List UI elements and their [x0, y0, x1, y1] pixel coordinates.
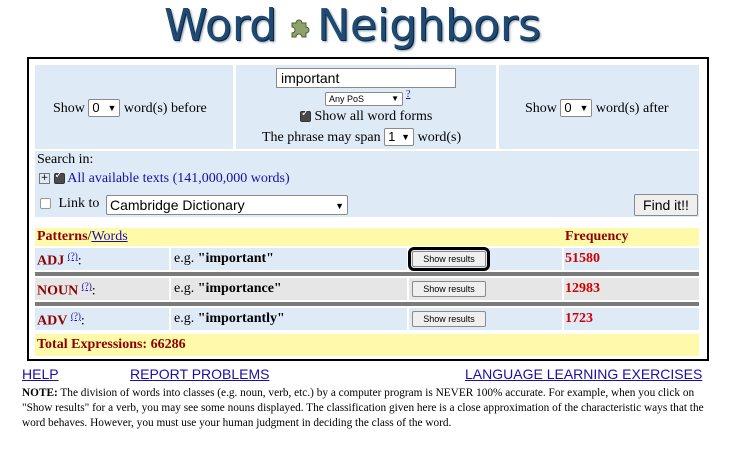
pos-help-link[interactable]: (?) [82, 281, 92, 291]
total-expressions-row: Total Expressions: 66286 [35, 334, 699, 356]
example-prefix: e.g. [174, 281, 195, 296]
search-input[interactable]: important [276, 68, 456, 88]
example-word: "importantly" [197, 311, 285, 326]
logo-word-left: Word [164, 0, 278, 51]
words-header-link[interactable]: Words [91, 229, 127, 244]
words-after-value: 0 [564, 100, 572, 115]
site-logo: Word Neighbors [0, 0, 731, 54]
show-results-button[interactable]: Show results [412, 311, 486, 327]
example-word: "importance" [197, 281, 282, 296]
total-expressions: Total Expressions: 66286 [37, 337, 186, 352]
show-before-label: Show [53, 101, 85, 116]
report-problems-link[interactable]: REPORT PROBLEMS [130, 366, 270, 382]
pos-help-link[interactable]: ? [406, 89, 410, 100]
logo-word-right: Neighbors [317, 0, 541, 51]
words-before-select[interactable]: 0 ▼ [88, 99, 121, 117]
pos-colon: : [80, 313, 85, 329]
dictionary-select[interactable]: Cambridge Dictionary ▼ [106, 195, 348, 215]
words-before-suffix: word(s) before [123, 101, 207, 116]
search-in-section: Search in: + All available texts (141,00… [35, 151, 699, 193]
help-link[interactable]: HELP [22, 366, 59, 382]
note-paragraph: NOTE: The division of words into classes… [22, 386, 712, 431]
pos-label: ADV [37, 313, 68, 329]
span-suffix-label: word(s) [417, 130, 462, 145]
pos-help-link[interactable]: (?) [68, 251, 78, 261]
span-select-value: 1 [388, 129, 396, 144]
footer-links: HELP REPORT PROBLEMS LANGUAGE LEARNING E… [22, 366, 710, 384]
chevron-down-icon: ▼ [401, 132, 411, 142]
link-to-checkbox[interactable] [40, 198, 51, 210]
pos-colon: : [77, 253, 82, 269]
pos-colon: : [91, 283, 96, 299]
row-divider [35, 302, 699, 306]
all-texts-checkbox[interactable] [53, 170, 65, 185]
before-cell: Show 0 ▼ word(s) before [35, 65, 233, 149]
show-all-forms-label: Show all word forms [314, 109, 433, 124]
example-word: "important" [197, 251, 274, 266]
span-prefix-label: The phrase may span [262, 130, 381, 145]
pos-help-link[interactable]: (?) [71, 311, 81, 321]
row-divider [35, 272, 699, 276]
frequency-header: Frequency [565, 229, 629, 244]
patterns-header: Patterns [37, 229, 88, 244]
chevron-down-icon: ▼ [107, 103, 117, 113]
table-row: NOUN (?): e.g. "importance" Show results… [35, 278, 699, 300]
all-texts-label[interactable]: All available texts (141,000,000 words) [67, 171, 289, 186]
table-row: ADJ (?): e.g. "important" Show results 5… [35, 247, 699, 271]
show-results-button[interactable]: Show results [408, 247, 490, 271]
link-to-label: Link to [58, 196, 100, 211]
note-label: NOTE: [22, 387, 58, 399]
chevron-down-icon: ▼ [579, 103, 589, 113]
chevron-down-icon: ▼ [391, 94, 399, 103]
chevron-down-icon: ▼ [335, 201, 344, 211]
expand-tree-icon[interactable]: + [39, 173, 50, 185]
pos-label: NOUN [37, 283, 79, 299]
pos-label: ADJ [37, 253, 65, 269]
pos-select-value: Any PoS [329, 94, 365, 104]
words-before-value: 0 [92, 100, 100, 115]
puzzle-piece-icon [291, 19, 310, 38]
after-cell: Show 0 ▼ word(s) after [499, 65, 699, 149]
results-header: Patterns/Words Frequency [35, 228, 699, 246]
dictionary-select-value: Cambridge Dictionary [110, 197, 245, 213]
span-select[interactable]: 1 ▼ [384, 128, 415, 146]
frequency-value: 1723 [565, 311, 593, 326]
words-after-select[interactable]: 0 ▼ [560, 99, 593, 117]
frequency-value: 51580 [565, 251, 600, 266]
find-it-button[interactable]: Find it!! [634, 194, 698, 216]
example-prefix: e.g. [174, 311, 195, 326]
table-row: ADV (?): e.g. "importantly" Show results… [35, 308, 699, 330]
language-exercises-link[interactable]: LANGUAGE LEARNING EXERCISES [465, 366, 702, 382]
show-all-forms-row: Show all word forms [300, 108, 433, 125]
example-prefix: e.g. [174, 251, 195, 266]
show-all-forms-checkbox[interactable] [300, 108, 311, 123]
show-results-button[interactable]: Show results [412, 281, 486, 297]
show-after-label: Show [525, 101, 557, 116]
pos-select[interactable]: Any PoS ▼ [325, 92, 403, 106]
span-row: The phrase may span 1 ▼ word(s) [262, 128, 461, 146]
words-after-suffix: word(s) after [595, 101, 669, 116]
search-in-label: Search in: [37, 152, 94, 167]
note-text: The division of words into classes (e.g.… [22, 387, 704, 429]
frequency-value: 12983 [565, 281, 600, 296]
